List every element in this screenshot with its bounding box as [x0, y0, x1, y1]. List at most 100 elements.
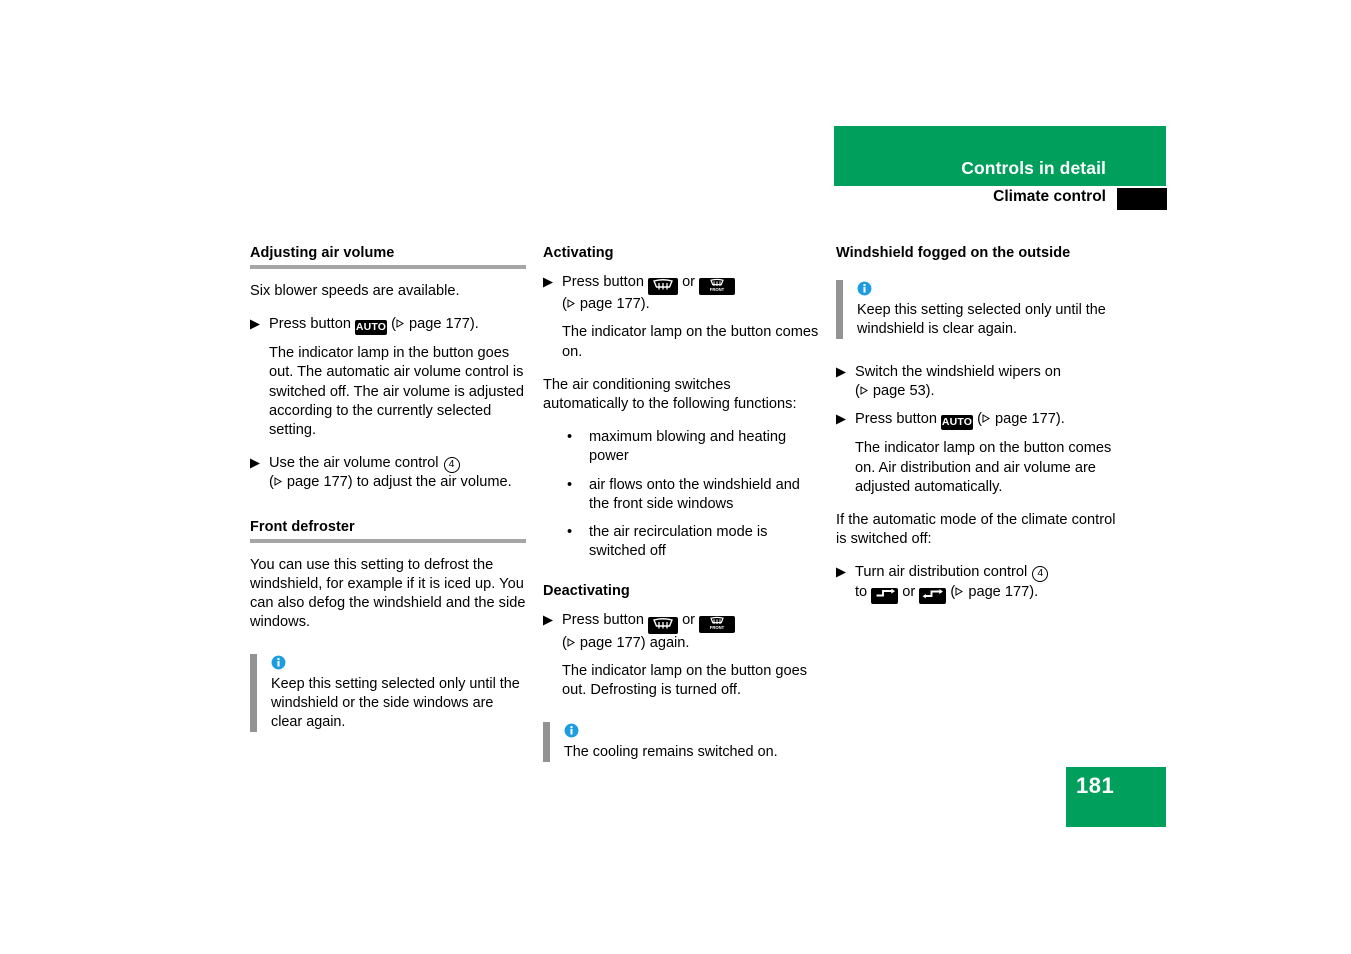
or-label: or — [902, 583, 916, 600]
para-automatic-mode-off: If the automatic mode of the climate con… — [836, 512, 1116, 548]
callout-number-4: 4 — [1032, 566, 1049, 583]
step-press-auto-button-right: Press button AUTO ( page 177). — [836, 410, 1122, 431]
front-defrost-button-icon: FRONT — [699, 616, 736, 634]
heading-activating: Activating — [543, 245, 614, 261]
note-text: Keep this setting selected only until th… — [857, 302, 1106, 337]
step-label: Switch the windshield wipers on — [855, 364, 1062, 380]
note-accent-bar — [250, 654, 257, 733]
triangle-bullet-icon — [836, 563, 855, 578]
page-number-block: 181 — [1066, 767, 1166, 827]
info-note-front-defroster: Keep this setting selected only until th… — [250, 654, 526, 733]
page-ref: ( page 177). — [950, 584, 1038, 600]
step-text: Switch the windshield wipers on ( page 5… — [855, 363, 1122, 401]
callout-number-4: 4 — [443, 457, 460, 474]
ref-triangle-icon — [955, 583, 964, 602]
triangle-bullet-icon — [836, 410, 855, 425]
step-switch-wipers-on: Switch the windshield wipers on ( page 5… — [836, 363, 1122, 401]
section-title: Climate control — [993, 188, 1106, 205]
triangle-bullet-icon — [250, 454, 269, 469]
triangle-bullet-icon — [250, 315, 269, 330]
step-press-auto-button: Press button AUTO ( page 177). — [250, 315, 526, 336]
or-label: or — [682, 612, 696, 629]
auto-button-icon: AUTO — [941, 415, 973, 431]
triangle-bullet-icon — [543, 273, 562, 288]
step-result-deactivate: The indicator lamp on the button goes ou… — [562, 662, 808, 698]
page-number: 181 — [1076, 773, 1115, 798]
to-label: to — [855, 583, 868, 600]
rear-defrost-button-icon — [648, 616, 678, 634]
chapter-thumb-tab — [1117, 188, 1167, 210]
step-use-air-volume-control: Use the air volume control 4 ( page 177)… — [250, 454, 526, 492]
info-icon — [271, 656, 286, 670]
svg-text:FRONT: FRONT — [710, 287, 725, 292]
list-item-label: the air recirculation mode is switched o… — [589, 523, 768, 560]
page-ref: ( page 53). — [855, 383, 935, 399]
heading-adjusting-air-volume: Adjusting air volume — [250, 245, 395, 261]
step-label: Turn air distribution control — [855, 564, 1028, 581]
step-label: Use the air volume control — [269, 455, 439, 472]
info-note-cooling: The cooling remains switched on. — [543, 722, 819, 763]
triangle-bullet-icon — [543, 611, 562, 626]
or-label: or — [682, 274, 696, 290]
step-text: Press button or — [562, 611, 819, 652]
step-text: Turn air distribution control 4 to or (… — [855, 563, 1122, 605]
para-ac-switches: The air conditioning switches automatica… — [543, 376, 797, 412]
right-column: Windshield fogged on the outside Keep th… — [836, 245, 1122, 605]
page-ref: ( page 177) again. — [562, 635, 689, 651]
svg-text:FRONT: FRONT — [710, 625, 725, 630]
list-item: • maximum blowing and heating power — [565, 428, 819, 466]
info-note-windshield: Keep this setting selected only until th… — [836, 280, 1122, 339]
step-label: Press button — [269, 316, 351, 333]
airflow-lower-button-icon — [919, 588, 947, 605]
page-ref: ( page 177). — [391, 316, 479, 332]
step-result-auto: The indicator lamp in the button goes ou… — [269, 345, 524, 439]
heading-rule — [250, 538, 526, 543]
middle-column: Activating Press button or FRONT (page … — [543, 245, 819, 763]
list-item: • the air recirculation mode is switched… — [565, 523, 819, 561]
list-item: • air flows onto the windshield and the … — [565, 476, 819, 514]
intro-front-defroster: You can use this setting to defrost the … — [250, 556, 526, 631]
ref-triangle-icon — [982, 410, 991, 429]
auto-button-icon: AUTO — [355, 320, 387, 336]
note-text: The cooling remains switched on. — [564, 744, 778, 761]
ref-triangle-icon — [567, 634, 576, 653]
heading-rule — [250, 265, 526, 269]
manual-page: Controls in detail Climate control Adjus… — [0, 0, 1351, 954]
note-text: Keep this setting selected only until th… — [271, 676, 520, 731]
rear-defrost-button-icon — [648, 278, 678, 296]
step-text: Press button AUTO ( page 177). — [269, 315, 526, 336]
intro-blower-speeds: Six blower speeds are available. — [250, 283, 460, 299]
step-turn-air-distribution: Turn air distribution control 4 to or (… — [836, 563, 1122, 605]
heading-windshield-fogged: Windshield fogged on the outside — [836, 245, 1071, 261]
bullet-dot-icon: • — [567, 523, 573, 540]
ref-triangle-icon — [274, 473, 283, 492]
step-label: Press button — [562, 612, 644, 629]
left-column: Adjusting air volume Six blower speeds a… — [250, 245, 526, 733]
ref-triangle-icon — [396, 315, 405, 334]
list-item-label: air flows onto the windshield and the fr… — [589, 476, 800, 512]
page-ref: ( page 177). — [977, 411, 1065, 427]
step-result-activate: The indicator lamp on the button comes o… — [562, 324, 819, 360]
ref-triangle-icon — [860, 382, 869, 401]
info-icon — [857, 281, 872, 296]
step-press-defrost-button-deactivate: Press button or FRONT (page 177) again. — [543, 611, 819, 652]
note-accent-bar — [543, 722, 550, 763]
bullet-dot-icon: • — [567, 476, 573, 493]
list-item-label: maximum blowing and heating power — [589, 429, 787, 465]
step-text: Press button AUTO ( page 177). — [855, 410, 1122, 431]
step-label: Press button — [562, 274, 644, 290]
heading-front-defroster: Front defroster — [250, 518, 355, 535]
step-result-auto-right: The indicator lamp on the button comes o… — [855, 440, 1112, 495]
triangle-bullet-icon — [836, 363, 855, 378]
step-press-defrost-button-activate: Press button or FRONT (page 177). — [543, 273, 819, 314]
step-text: Press button or — [562, 273, 819, 314]
chapter-title: Controls in detail — [961, 158, 1106, 178]
bullet-dot-icon: • — [567, 429, 573, 446]
page-ref: ( page 177). — [562, 296, 650, 312]
step-label: Press button — [855, 411, 937, 428]
note-accent-bar — [836, 280, 843, 339]
step-text: Use the air volume control 4 ( page 177)… — [269, 454, 526, 492]
page-ref: ( page 177) to adjust the air volume. — [269, 474, 512, 490]
ref-triangle-icon — [567, 295, 576, 314]
info-icon — [564, 723, 579, 738]
